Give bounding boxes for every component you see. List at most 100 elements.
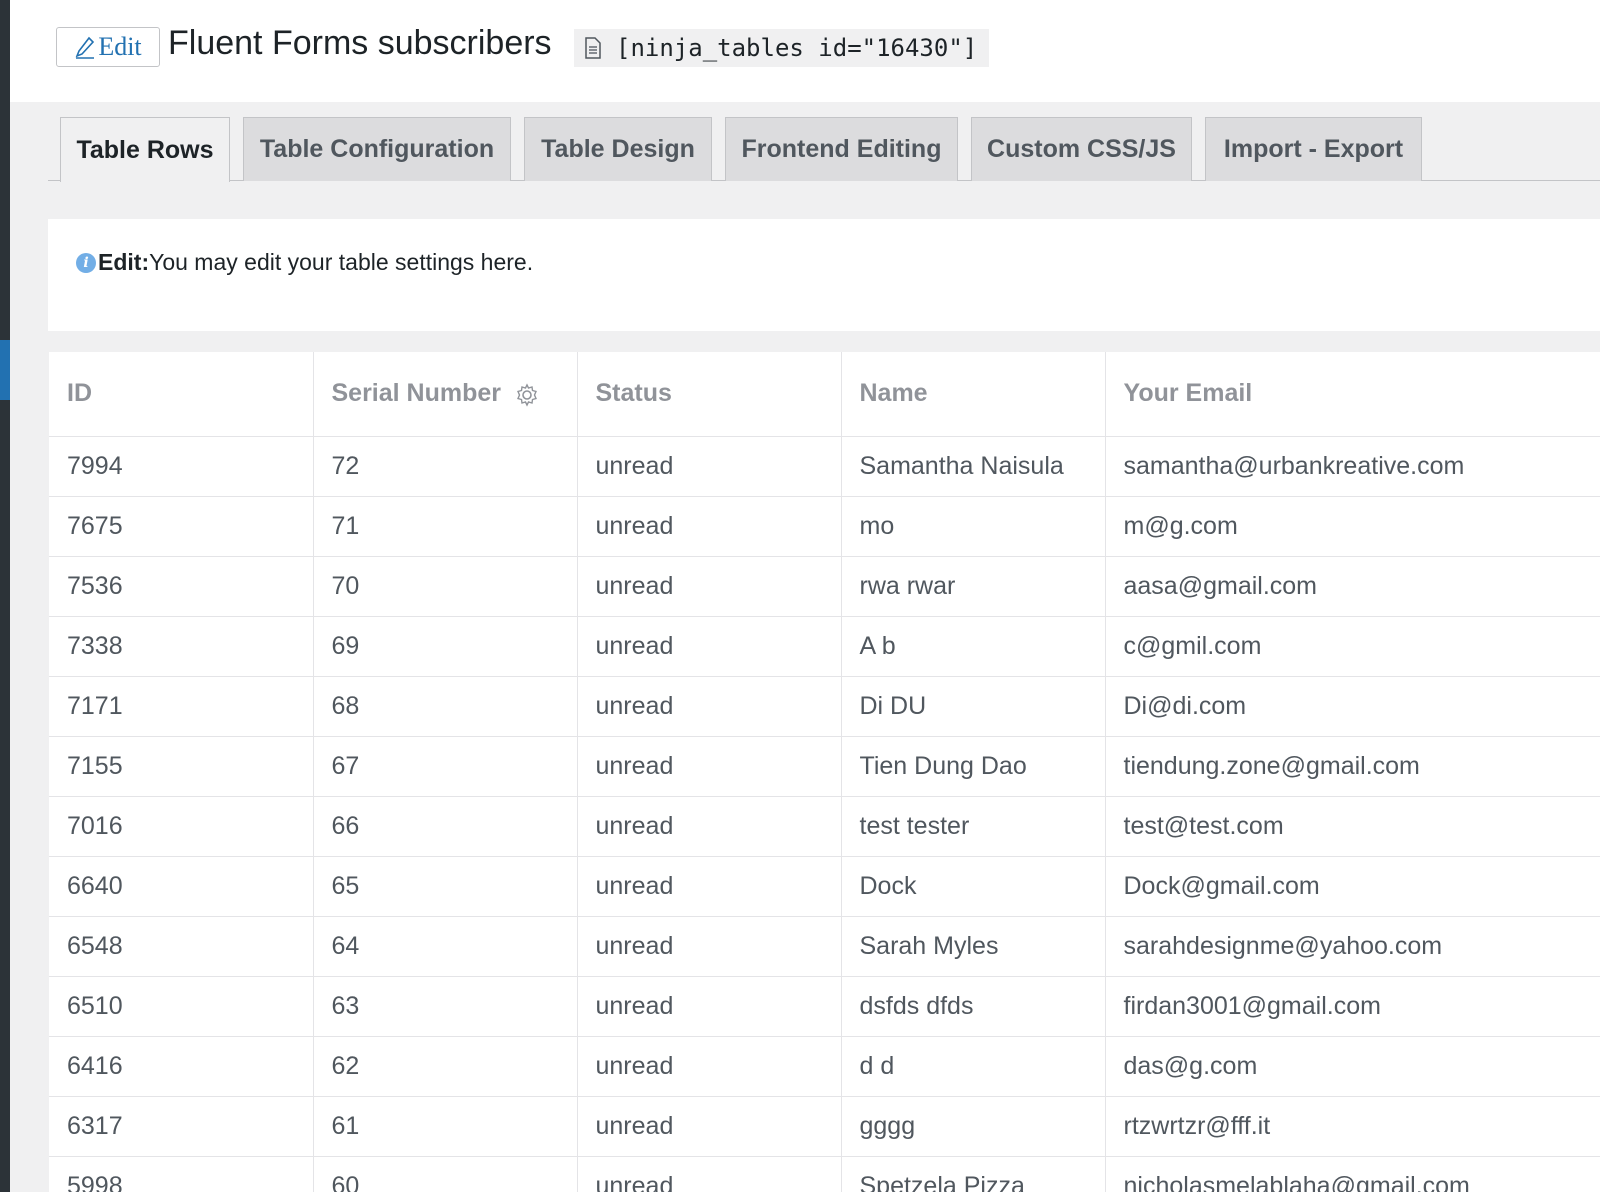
column-header-label: ID — [67, 379, 92, 408]
notice-label: Edit: — [98, 249, 150, 275]
table-row[interactable]: 7016 66 unread test tester test@test.com — [49, 796, 1600, 857]
table-row[interactable]: 7155 67 unread Tien Dung Dao tiendung.zo… — [49, 736, 1600, 797]
cell-id: 7016 — [49, 796, 314, 857]
settings-tabs: Table Rows Table Configuration Table Des… — [48, 117, 1600, 182]
shortcode-box[interactable]: [ninja_tables id="16430"] — [574, 29, 990, 67]
cell-status: unread — [577, 676, 842, 737]
data-table: ID Serial Number Status Name Your Email … — [49, 352, 1600, 1192]
cell-email: Di@di.com — [1105, 676, 1600, 737]
cell-status: unread — [577, 556, 842, 617]
admin-page: Edit Fluent Forms subscribers [ninja_tab… — [10, 0, 1600, 1192]
cell-serial-number: 70 — [313, 556, 578, 617]
edit-button-label: Edit — [98, 32, 142, 61]
table-row[interactable]: 7338 69 unread A b c@gmil.com — [49, 616, 1600, 677]
notice-message: i Edit: You may edit your table settings… — [76, 249, 533, 276]
edit-button[interactable]: Edit — [56, 27, 160, 67]
sidebar-collapse-handle[interactable] — [0, 340, 10, 400]
info-icon: i — [76, 252, 96, 273]
table-row[interactable]: 6510 63 unread dsfds dfds firdan3001@gma… — [49, 976, 1600, 1037]
table-row[interactable]: 7171 68 unread Di DU Di@di.com — [49, 676, 1600, 737]
cell-id: 6640 — [49, 856, 314, 917]
cell-serial-number: 64 — [313, 916, 578, 977]
cell-status: unread — [577, 1156, 842, 1192]
edit-notice: i Edit: You may edit your table settings… — [48, 219, 1600, 331]
cell-email: nicholasmelablaha@gmail.com — [1105, 1156, 1600, 1192]
cell-status: unread — [577, 496, 842, 557]
cell-name: d d — [841, 1036, 1106, 1097]
cell-name: rwa rwar — [841, 556, 1106, 617]
cell-email: m@g.com — [1105, 496, 1600, 557]
cell-name: A b — [841, 616, 1106, 677]
cell-status: unread — [577, 1036, 842, 1097]
cell-email: firdan3001@gmail.com — [1105, 976, 1600, 1037]
cell-id: 7994 — [49, 436, 314, 497]
tab-import-export[interactable]: Import - Export — [1205, 117, 1422, 181]
cell-id: 5998 — [49, 1156, 314, 1192]
cell-name: Sarah Myles — [841, 916, 1106, 977]
cell-serial-number: 68 — [313, 676, 578, 737]
table-row[interactable]: 7536 70 unread rwa rwar aasa@gmail.com — [49, 556, 1600, 617]
cell-name: Dock — [841, 856, 1106, 917]
cell-email: Dock@gmail.com — [1105, 856, 1600, 917]
cell-email: sarahdesignme@yahoo.com — [1105, 916, 1600, 977]
cell-name: gggg — [841, 1096, 1106, 1157]
cell-email: aasa@gmail.com — [1105, 556, 1600, 617]
column-header-label: Name — [859, 379, 928, 408]
cell-email: das@g.com — [1105, 1036, 1600, 1097]
cell-id: 7338 — [49, 616, 314, 677]
cell-name: dsfds dfds — [841, 976, 1106, 1037]
cell-serial-number: 66 — [313, 796, 578, 857]
cell-name: test tester — [841, 796, 1106, 857]
cell-id: 6416 — [49, 1036, 314, 1097]
cell-serial-number: 62 — [313, 1036, 578, 1097]
column-header-email[interactable]: Your Email — [1105, 352, 1600, 437]
cell-status: unread — [577, 736, 842, 797]
column-header-serial-number[interactable]: Serial Number — [313, 352, 578, 437]
cell-id: 7171 — [49, 676, 314, 737]
column-header-label: Status — [595, 379, 672, 408]
table-container: ID Serial Number Status Name Your Email … — [49, 352, 1600, 1192]
cell-email: rtzwrtzr@fff.it — [1105, 1096, 1600, 1157]
table-row[interactable]: 7675 71 unread mo m@g.com — [49, 496, 1600, 557]
column-header-label: Serial Number — [331, 379, 502, 408]
cell-status: unread — [577, 916, 842, 977]
column-header-status[interactable]: Status — [577, 352, 842, 437]
cell-id: 7155 — [49, 736, 314, 797]
table-row[interactable]: 6640 65 unread Dock Dock@gmail.com — [49, 856, 1600, 917]
cell-status: unread — [577, 796, 842, 857]
pencil-icon — [75, 36, 95, 59]
cell-serial-number: 61 — [313, 1096, 578, 1157]
cell-name: mo — [841, 496, 1106, 557]
cell-serial-number: 72 — [313, 436, 578, 497]
table-row[interactable]: 6317 61 unread gggg rtzwrtzr@fff.it — [49, 1096, 1600, 1157]
tab-custom-css-js[interactable]: Custom CSS/JS — [971, 117, 1192, 181]
document-icon — [585, 37, 601, 59]
cell-email: test@test.com — [1105, 796, 1600, 857]
table-row[interactable]: 7994 72 unread Samantha Naisula samantha… — [49, 436, 1600, 497]
cell-id: 6510 — [49, 976, 314, 1037]
column-header-name[interactable]: Name — [841, 352, 1106, 437]
tab-table-design[interactable]: Table Design — [524, 117, 712, 181]
cell-serial-number: 69 — [313, 616, 578, 677]
title-bar: Edit Fluent Forms subscribers [ninja_tab… — [10, 0, 1600, 102]
cell-status: unread — [577, 436, 842, 497]
cell-email: tiendung.zone@gmail.com — [1105, 736, 1600, 797]
cell-name: Samantha Naisula — [841, 436, 1106, 497]
tab-table-rows[interactable]: Table Rows — [60, 117, 230, 182]
cell-serial-number: 63 — [313, 976, 578, 1037]
table-row[interactable]: 5998 60 unread Spetzela Pizza nicholasme… — [49, 1156, 1600, 1192]
shortcode-text: [ninja_tables id="16430"] — [616, 34, 978, 62]
table-header-row: ID Serial Number Status Name Your Email — [49, 352, 1600, 437]
table-row[interactable]: 6548 64 unread Sarah Myles sarahdesignme… — [49, 916, 1600, 977]
cell-name: Di DU — [841, 676, 1106, 737]
column-header-id[interactable]: ID — [49, 352, 314, 437]
table-row[interactable]: 6416 62 unread d d das@g.com — [49, 1036, 1600, 1097]
cell-id: 7675 — [49, 496, 314, 557]
cell-email: samantha@urbankreative.com — [1105, 436, 1600, 497]
gear-icon[interactable] — [515, 383, 539, 407]
tab-frontend-editing[interactable]: Frontend Editing — [725, 117, 958, 181]
notice-text: You may edit your table settings here. — [149, 249, 534, 275]
cell-name: Tien Dung Dao — [841, 736, 1106, 797]
column-header-label: Your Email — [1123, 379, 1253, 408]
tab-table-configuration[interactable]: Table Configuration — [243, 117, 511, 181]
